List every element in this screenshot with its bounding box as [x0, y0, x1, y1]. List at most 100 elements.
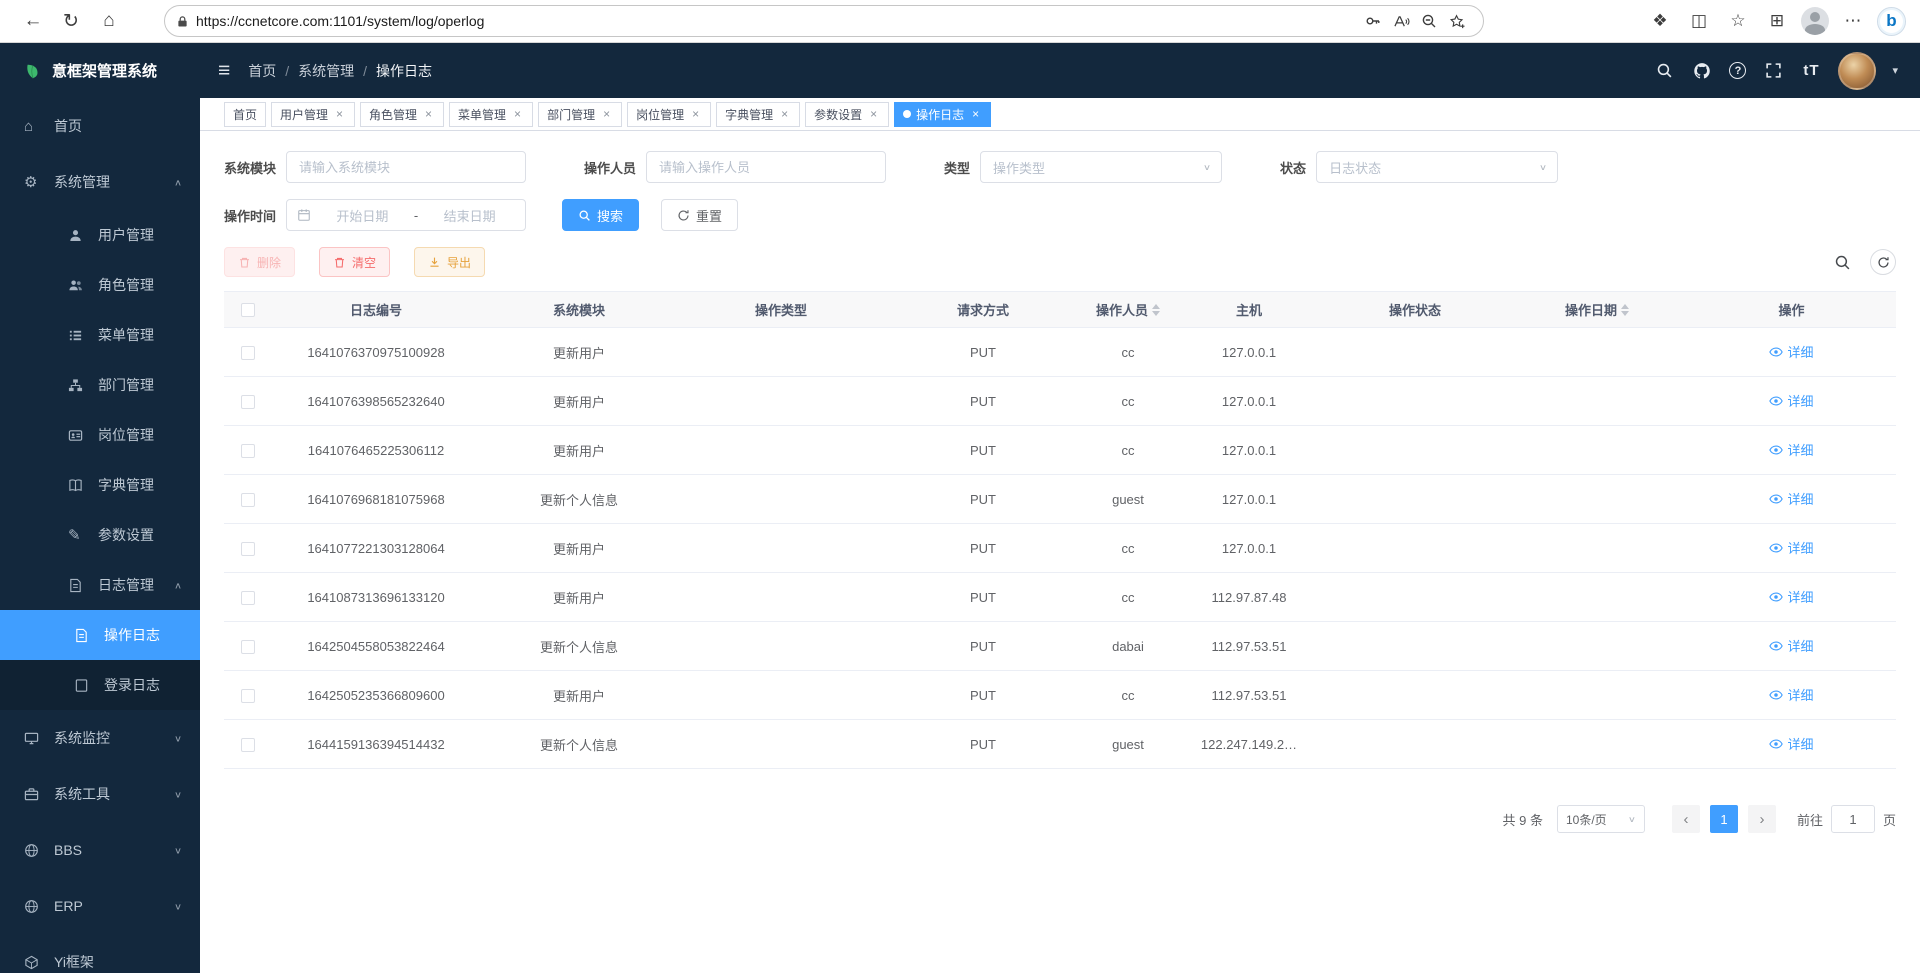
detail-link[interactable]: 详细	[1769, 636, 1813, 655]
close-icon[interactable]: ×	[778, 108, 791, 121]
sort-carets-icon[interactable]	[1152, 304, 1160, 316]
tab-user-mgmt[interactable]: 用户管理×	[271, 102, 355, 127]
tab-operation-log[interactable]: 操作日志×	[894, 102, 991, 127]
current-page-button[interactable]: 1	[1710, 805, 1738, 833]
close-icon[interactable]: ×	[969, 108, 982, 121]
address-bar[interactable]: https://ccnetcore.com:1101/system/log/op…	[164, 5, 1484, 37]
home-icon[interactable]: ⌂	[90, 4, 128, 38]
caret-down-icon[interactable]: ▾	[1892, 64, 1898, 77]
fullscreen-icon[interactable]	[1762, 60, 1784, 82]
detail-link[interactable]: 详细	[1769, 587, 1813, 606]
reset-button[interactable]: 重置	[661, 199, 738, 231]
goto-page-input[interactable]	[1831, 805, 1875, 833]
sidebar-item-log-mgmt[interactable]: 日志管理 ∧	[0, 560, 200, 610]
split-screen-icon[interactable]: ◫	[1684, 6, 1714, 36]
tab-post-mgmt[interactable]: 岗位管理×	[627, 102, 711, 127]
sidebar-item-yi-framework[interactable]: Yi框架	[0, 934, 200, 973]
row-checkbox[interactable]	[241, 738, 255, 752]
close-icon[interactable]: ×	[867, 108, 880, 121]
user-avatar[interactable]	[1838, 52, 1876, 90]
browser-profile-avatar[interactable]	[1801, 7, 1829, 35]
search-icon[interactable]	[1653, 60, 1675, 82]
sidebar-item-system-tools[interactable]: 系统工具 ∨	[0, 766, 200, 822]
prev-page-button[interactable]: ‹	[1672, 805, 1700, 833]
detail-link[interactable]: 详细	[1769, 440, 1813, 459]
more-icon[interactable]: ⋯	[1838, 6, 1868, 36]
sidebar-item-operation-log[interactable]: 操作日志	[0, 610, 200, 660]
date-range-picker[interactable]: 开始日期 - 结束日期	[286, 199, 526, 231]
sidebar-item-login-log[interactable]: 登录日志	[0, 660, 200, 710]
bing-chat-icon[interactable]: b	[1877, 7, 1906, 36]
refresh-icon[interactable]: ↻	[52, 4, 90, 38]
close-icon[interactable]: ×	[689, 108, 702, 121]
sidebar-item-menu-mgmt[interactable]: 菜单管理	[0, 310, 200, 360]
sidebar-item-system-mgmt[interactable]: ⚙ 系统管理 ∧	[0, 154, 200, 210]
favorites-icon[interactable]: ☆	[1723, 6, 1753, 36]
row-checkbox[interactable]	[241, 493, 255, 507]
clear-button[interactable]: 清空	[319, 247, 390, 277]
sidebar-item-system-monitor[interactable]: 系统监控 ∨	[0, 710, 200, 766]
table-search-icon[interactable]	[1828, 248, 1856, 276]
table-refresh-icon[interactable]	[1870, 249, 1896, 275]
detail-link[interactable]: 详细	[1769, 685, 1813, 704]
tab-role-mgmt[interactable]: 角色管理×	[360, 102, 444, 127]
collections-icon[interactable]: ⊞	[1762, 6, 1792, 36]
delete-button[interactable]: 删除	[224, 247, 295, 277]
password-key-icon[interactable]	[1359, 7, 1387, 35]
col-operation-date[interactable]: 操作日期	[1507, 292, 1687, 328]
row-checkbox[interactable]	[241, 591, 255, 605]
row-checkbox[interactable]	[241, 542, 255, 556]
end-date-placeholder[interactable]: 结束日期	[424, 206, 515, 225]
close-icon[interactable]: ×	[511, 108, 524, 121]
col-operator[interactable]: 操作人员	[1081, 292, 1175, 328]
read-aloud-icon[interactable]	[1387, 7, 1415, 35]
row-checkbox[interactable]	[241, 395, 255, 409]
status-select[interactable]: 日志状态 ∨	[1316, 151, 1558, 183]
url-text[interactable]: https://ccnetcore.com:1101/system/log/op…	[196, 13, 1359, 29]
sidebar-item-erp[interactable]: ERP ∨	[0, 878, 200, 934]
detail-link[interactable]: 详细	[1769, 489, 1813, 508]
extensions-icon[interactable]: ❖	[1645, 6, 1675, 36]
tab-menu-mgmt[interactable]: 菜单管理×	[449, 102, 533, 127]
font-size-icon[interactable]: tT	[1800, 60, 1822, 82]
back-icon[interactable]: ←	[14, 4, 52, 38]
row-checkbox[interactable]	[241, 640, 255, 654]
row-checkbox[interactable]	[241, 689, 255, 703]
sidebar-item-home[interactable]: ⌂ 首页	[0, 98, 200, 154]
add-favorite-icon[interactable]	[1443, 7, 1471, 35]
tab-home[interactable]: 首页	[224, 102, 266, 127]
page-size-select[interactable]: 10条/页 ∨	[1557, 805, 1645, 833]
start-date-placeholder[interactable]: 开始日期	[317, 206, 408, 225]
next-page-button[interactable]: ›	[1748, 805, 1776, 833]
help-icon[interactable]: ?	[1729, 62, 1746, 79]
detail-link[interactable]: 详细	[1769, 342, 1813, 361]
tab-dict-mgmt[interactable]: 字典管理×	[716, 102, 800, 127]
module-input[interactable]	[286, 151, 526, 183]
sidebar-item-role-mgmt[interactable]: 角色管理	[0, 260, 200, 310]
sidebar-item-dept-mgmt[interactable]: 部门管理	[0, 360, 200, 410]
close-icon[interactable]: ×	[422, 108, 435, 121]
zoom-out-icon[interactable]	[1415, 7, 1443, 35]
search-button[interactable]: 搜索	[562, 199, 639, 231]
sidebar-item-post-mgmt[interactable]: 岗位管理	[0, 410, 200, 460]
sidebar-item-dict-mgmt[interactable]: 字典管理	[0, 460, 200, 510]
collapse-sidebar-icon[interactable]: ≡	[218, 59, 230, 83]
row-checkbox[interactable]	[241, 444, 255, 458]
sidebar-item-param-settings[interactable]: ✎ 参数设置	[0, 510, 200, 560]
github-icon[interactable]	[1691, 60, 1713, 82]
detail-link[interactable]: 详细	[1769, 734, 1813, 753]
breadcrumb-item[interactable]: 首页	[248, 61, 276, 81]
sort-carets-icon[interactable]	[1621, 304, 1629, 316]
tab-dept-mgmt[interactable]: 部门管理×	[538, 102, 622, 127]
close-icon[interactable]: ×	[600, 108, 613, 121]
type-select[interactable]: 操作类型 ∨	[980, 151, 1222, 183]
tab-param-settings[interactable]: 参数设置×	[805, 102, 889, 127]
select-all-checkbox[interactable]	[241, 303, 255, 317]
close-icon[interactable]: ×	[333, 108, 346, 121]
sidebar-item-user-mgmt[interactable]: 用户管理	[0, 210, 200, 260]
sidebar-item-bbs[interactable]: BBS ∨	[0, 822, 200, 878]
export-button[interactable]: 导出	[414, 247, 485, 277]
row-checkbox[interactable]	[241, 346, 255, 360]
detail-link[interactable]: 详细	[1769, 538, 1813, 557]
operator-input[interactable]	[646, 151, 886, 183]
